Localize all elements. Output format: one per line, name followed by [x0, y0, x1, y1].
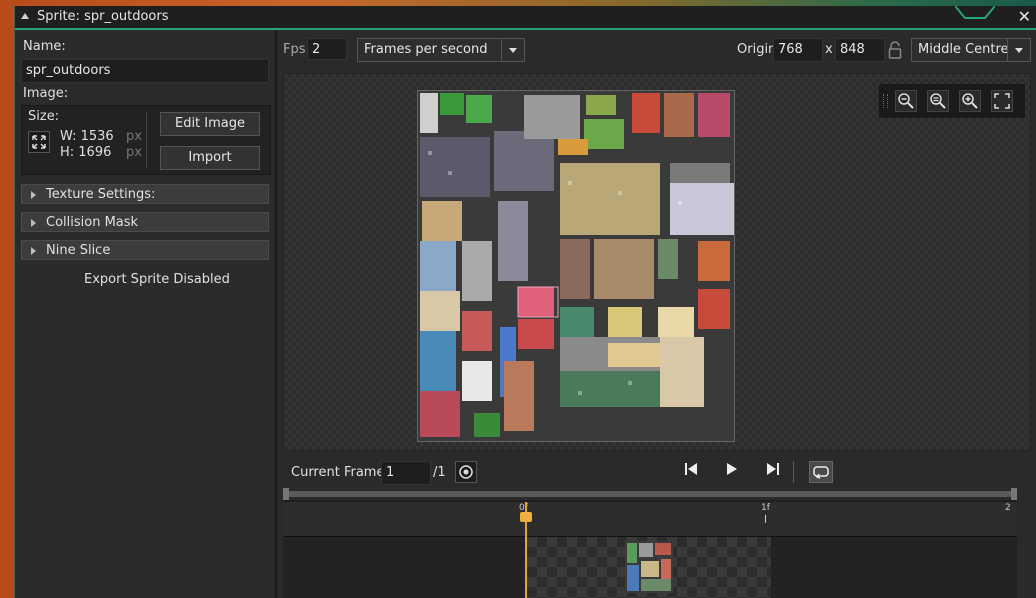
lock-icon[interactable] — [887, 40, 903, 60]
scroll-handle-right[interactable] — [1011, 488, 1017, 500]
image-label: Image: — [23, 86, 69, 101]
expand-arrow-icon — [31, 247, 36, 255]
fps-input[interactable]: 2 — [307, 38, 347, 60]
playhead-handle[interactable] — [520, 512, 532, 522]
name-input[interactable]: spr_outdoors — [21, 59, 269, 83]
divider — [146, 112, 147, 168]
timeline-scrollbar[interactable] — [283, 488, 1017, 500]
width-unit: px — [126, 129, 142, 144]
frame-thumbnail — [625, 541, 673, 593]
origin-label: Origin — [737, 42, 777, 57]
height-unit: px — [126, 145, 142, 160]
width-value: W: 1536 — [60, 129, 114, 144]
sprite-toolbar: Fps 2 Frames per second Origin 768 x 848… — [277, 30, 1036, 70]
zoom-reset-icon[interactable] — [927, 90, 949, 112]
resize-icon[interactable] — [28, 131, 50, 153]
image-size-box: Size: W: 1536 H: 1696 px px Edit Image I… — [21, 105, 271, 175]
expand-arrow-icon — [31, 191, 36, 199]
edit-image-button[interactable]: Edit Image — [160, 112, 260, 136]
divider — [793, 461, 794, 483]
loop-icon[interactable] — [809, 461, 833, 483]
sprite-preview-area: Fps 2 Frames per second Origin 768 x 848… — [277, 30, 1036, 598]
import-button[interactable]: Import — [160, 146, 260, 170]
sprite-canvas[interactable] — [283, 73, 1031, 451]
frame-controls: Current Frame: 1 /1 — [277, 456, 1036, 486]
section-texture-settings[interactable]: Texture Settings: — [21, 184, 269, 204]
tick-label: 2 — [1005, 503, 1011, 513]
sprite-editor-window: Sprite: spr_outdoors ✕ Name: spr_outdoor… — [14, 6, 1036, 598]
section-nine-slice[interactable]: Nine Slice — [21, 240, 269, 260]
zoom-in-icon[interactable] — [959, 90, 981, 112]
scroll-handle-left[interactable] — [283, 488, 289, 500]
size-label: Size: — [28, 109, 60, 124]
play-icon[interactable] — [719, 461, 743, 483]
sprite-image — [417, 90, 735, 442]
chevron-down-icon — [501, 39, 524, 61]
export-status: Export Sprite Disabled — [84, 272, 230, 287]
fps-label: Fps — [283, 42, 306, 57]
origin-y-input[interactable]: 848 — [835, 38, 885, 62]
close-icon[interactable]: ✕ — [1018, 7, 1031, 26]
timeline-ruler[interactable]: 0f 1f 2 — [283, 502, 1017, 537]
fullscreen-icon[interactable] — [991, 90, 1013, 112]
height-value: H: 1696 — [60, 145, 112, 160]
origin-x-input[interactable]: 768 — [773, 38, 823, 62]
skip-to-start-icon[interactable] — [679, 461, 703, 483]
fps-mode-select[interactable]: Frames per second — [357, 38, 525, 62]
drag-handle-icon[interactable] — [883, 94, 888, 108]
name-label: Name: — [23, 39, 66, 54]
expand-arrow-icon — [31, 219, 36, 227]
chevron-down-icon — [1007, 39, 1030, 61]
section-collision-mask[interactable]: Collision Mask — [21, 212, 269, 232]
current-frame-label: Current Frame: — [291, 465, 389, 480]
frame-total: /1 — [433, 465, 446, 480]
skip-to-end-icon[interactable] — [761, 461, 785, 483]
scroll-thumb[interactable] — [287, 491, 1013, 497]
title-bar[interactable]: Sprite: spr_outdoors ✕ — [15, 6, 1036, 30]
zoom-toolbar — [879, 84, 1025, 118]
frame-cell[interactable] — [527, 537, 771, 598]
origin-mode-select[interactable]: Middle Centre — [911, 38, 1031, 62]
tick-label: 1f — [761, 503, 770, 513]
properties-panel: Name: spr_outdoors Image: Size: W: 1536 … — [15, 30, 277, 598]
current-frame-input[interactable]: 1 — [381, 461, 431, 485]
frame-track[interactable] — [283, 537, 1017, 598]
collapse-icon[interactable] — [21, 13, 29, 19]
sprite-tileset-graphic — [418, 91, 734, 441]
title-notch-decoration — [955, 6, 995, 19]
timeline[interactable]: 0f 1f 2 — [283, 488, 1017, 598]
tick-mark — [765, 515, 766, 523]
zoom-fit-icon[interactable] — [895, 90, 917, 112]
origin-separator: x — [825, 42, 833, 57]
window-title: Sprite: spr_outdoors — [37, 9, 169, 24]
onion-skin-icon[interactable] — [455, 461, 477, 483]
